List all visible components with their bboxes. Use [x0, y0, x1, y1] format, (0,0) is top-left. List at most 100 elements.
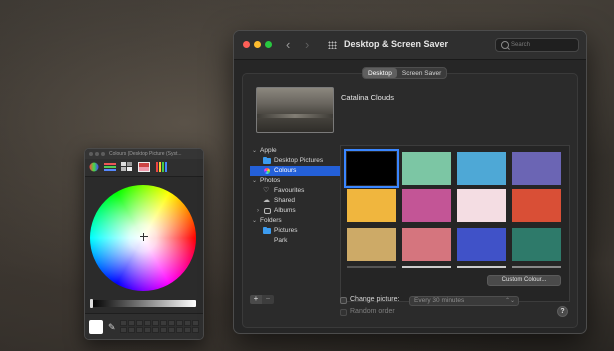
colours-panel-title: Colours (Desktop Picture (Syst...: [109, 151, 182, 157]
remove-button[interactable]: −: [262, 295, 274, 304]
saved-swatch[interactable]: [128, 327, 135, 333]
image-palettes-icon[interactable]: [138, 162, 150, 172]
search-field[interactable]: Search: [495, 38, 579, 52]
forward-arrow-icon[interactable]: ›: [305, 37, 309, 52]
colour-tile[interactable]: [347, 228, 396, 261]
add-button[interactable]: +: [250, 295, 262, 304]
popup-arrows-icon: ⌃⌄: [504, 298, 515, 304]
colours-icon: [264, 168, 270, 174]
color-palettes-icon[interactable]: [121, 162, 133, 172]
source-group-apple[interactable]: ⌄ Apple: [250, 146, 340, 156]
zoom-button[interactable]: [265, 41, 272, 48]
saved-swatch[interactable]: [136, 320, 143, 326]
zoom-button[interactable]: [101, 152, 105, 156]
disclosure-open-icon[interactable]: ⌄: [252, 216, 257, 226]
change-picture-interval-popup[interactable]: Every 30 minutes ⌃⌄: [409, 296, 519, 306]
disclosure-closed-icon[interactable]: ›: [257, 206, 259, 216]
current-color-swatch[interactable]: [89, 320, 103, 334]
saved-swatch[interactable]: [144, 320, 151, 326]
colour-tile[interactable]: [402, 228, 451, 261]
source-label: Desktop Pictures: [274, 157, 324, 164]
saved-swatch[interactable]: [176, 327, 183, 333]
saved-swatch[interactable]: [168, 320, 175, 326]
saved-swatch[interactable]: [128, 320, 135, 326]
saved-swatch[interactable]: [144, 327, 151, 333]
partial-row-divider: [347, 266, 396, 268]
source-label: Colours: [274, 167, 297, 174]
change-picture-label: Change picture:: [350, 296, 400, 303]
colours-toolbar: [85, 159, 203, 177]
source-item-pictures[interactable]: Pictures: [250, 226, 340, 236]
random-order-checkbox[interactable]: [340, 309, 347, 316]
crosshair-icon[interactable]: [140, 233, 148, 241]
saved-swatch[interactable]: [120, 320, 127, 326]
saved-swatch[interactable]: [192, 327, 199, 333]
close-button[interactable]: [89, 152, 93, 156]
colour-tile[interactable]: [344, 149, 399, 188]
saved-swatch[interactable]: [168, 327, 175, 333]
minimize-button[interactable]: [254, 41, 261, 48]
partial-row-divider: [402, 266, 451, 268]
saved-swatch[interactable]: [184, 320, 191, 326]
heart-icon: ♡: [263, 187, 270, 194]
pencils-icon[interactable]: [156, 162, 168, 172]
colour-tile[interactable]: [402, 189, 451, 222]
saved-swatch[interactable]: [120, 327, 127, 333]
change-picture-checkbox[interactable]: [340, 297, 347, 304]
window-titlebar[interactable]: ‹ › Desktop & Screen Saver Search: [234, 31, 586, 60]
current-picture-name: Catalina Clouds: [341, 93, 394, 102]
source-item-albums[interactable]: › Albums: [250, 206, 340, 216]
brightness-slider[interactable]: [91, 300, 196, 307]
eyedropper-icon[interactable]: ✎: [108, 322, 116, 333]
saved-swatch[interactable]: [192, 320, 199, 326]
colours-panel: Colours (Desktop Picture (Syst... ✎: [84, 148, 204, 340]
add-remove-buttons: + −: [250, 295, 274, 304]
albums-icon: [264, 208, 271, 214]
help-button[interactable]: ?: [557, 306, 568, 317]
show-all-grid-icon[interactable]: [328, 41, 337, 49]
colour-tile[interactable]: [402, 152, 451, 185]
colour-tile[interactable]: [457, 152, 506, 185]
colour-tile[interactable]: [347, 189, 396, 222]
minimize-button[interactable]: [95, 152, 99, 156]
source-label: Folders: [260, 217, 282, 224]
saved-swatch[interactable]: [152, 327, 159, 333]
colour-tile[interactable]: [457, 228, 506, 261]
source-group-photos[interactable]: ⌄ Photos: [250, 176, 340, 186]
window-title: Desktop & Screen Saver: [344, 39, 449, 49]
close-button[interactable]: [243, 41, 250, 48]
source-list: ⌄ Apple Desktop Pictures Colours ⌄ Photo…: [250, 146, 340, 293]
color-sliders-icon[interactable]: [104, 162, 116, 172]
saved-swatch[interactable]: [160, 320, 167, 326]
custom-colour-button[interactable]: Custom Colour...: [487, 275, 561, 286]
tab-screen-saver[interactable]: Screen Saver: [397, 68, 446, 78]
saved-swatch[interactable]: [176, 320, 183, 326]
source-item-desktop-pictures[interactable]: Desktop Pictures: [250, 156, 340, 166]
back-arrow-icon[interactable]: ‹: [286, 37, 290, 52]
source-label: Photos: [260, 177, 281, 184]
disclosure-open-icon[interactable]: ⌄: [252, 176, 257, 186]
source-item-favourites[interactable]: ♡ Favourites: [250, 186, 340, 196]
source-item-park[interactable]: Park: [250, 236, 340, 246]
source-group-folders[interactable]: ⌄ Folders: [250, 216, 340, 226]
colour-tile[interactable]: [512, 228, 561, 261]
colours-panel-titlebar[interactable]: Colours (Desktop Picture (Syst...: [85, 149, 203, 159]
partial-row-divider: [457, 266, 506, 268]
source-item-shared[interactable]: ☁ Shared: [250, 196, 340, 206]
saved-swatch[interactable]: [184, 327, 191, 333]
disclosure-open-icon[interactable]: ⌄: [252, 146, 257, 156]
color-wheel-icon[interactable]: [88, 162, 100, 172]
source-label: Favourites: [274, 187, 305, 194]
colour-tile[interactable]: [457, 189, 506, 222]
saved-swatch[interactable]: [136, 327, 143, 333]
brightness-slider-knob[interactable]: [90, 299, 93, 308]
saved-swatch[interactable]: [160, 327, 167, 333]
source-item-colours[interactable]: Colours: [250, 166, 340, 176]
folder-icon: [263, 227, 271, 234]
colour-tile[interactable]: [512, 189, 561, 222]
saved-swatch[interactable]: [152, 320, 159, 326]
folder-icon: [263, 157, 271, 164]
tab-desktop[interactable]: Desktop: [363, 68, 397, 78]
colour-tile[interactable]: [512, 152, 561, 185]
thumbnail-horizon: [257, 114, 333, 118]
